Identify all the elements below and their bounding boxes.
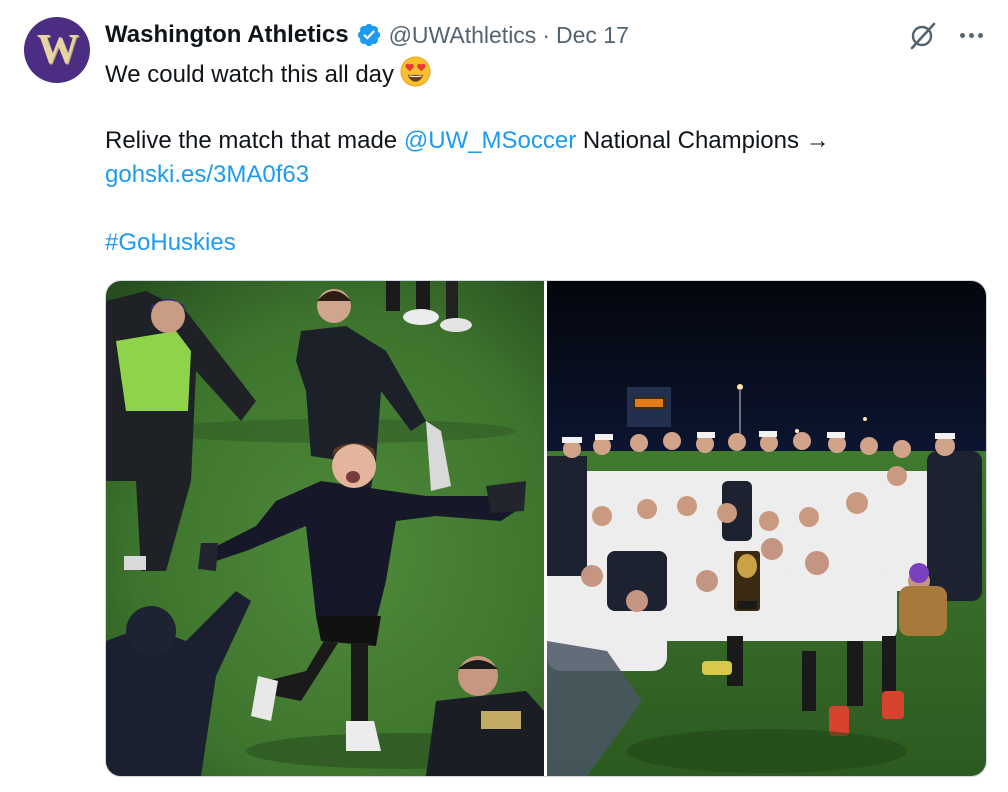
avatar-logo-letter: W <box>37 27 79 73</box>
avatar[interactable]: W <box>24 17 90 83</box>
tweet-text-line1: We could watch this all day <box>105 61 395 88</box>
tweet-body: We could watch this all day Relive the m… <box>105 56 965 260</box>
verified-badge-icon <box>357 23 380 47</box>
tweet-line-4: #GoHuskies <box>105 226 965 260</box>
team-celebration-photo[interactable] <box>547 281 986 776</box>
separator-dot: · <box>542 21 550 48</box>
tweet-date[interactable]: Dec 17 <box>556 22 629 49</box>
more-dot <box>959 32 965 38</box>
hashtag-link[interactable]: #GoHuskies <box>105 229 236 256</box>
more-options-icon[interactable] <box>956 20 986 50</box>
mention-link[interactable]: @UW_MSoccer <box>404 127 576 154</box>
media-grid <box>105 280 987 777</box>
tweet-line-1: We could watch this all day <box>105 56 965 90</box>
more-dot <box>977 32 983 38</box>
url-link[interactable]: gohski.es/3MA0f63 <box>105 161 309 188</box>
more-dot <box>968 32 974 38</box>
grok-icon[interactable] <box>905 19 939 53</box>
celebrating-player-photo[interactable] <box>106 281 544 776</box>
tweet-header: Washington Athletics @UWAthletics · Dec … <box>105 20 629 50</box>
tweet-line-3: gohski.es/3MA0f63 <box>105 158 965 192</box>
tweet-line-2: Relive the match that made @UW_MSoccer N… <box>105 124 965 158</box>
tweet-text-line2-suffix: National Champions → <box>576 127 830 154</box>
heart-eyes-emoji-icon <box>400 56 431 87</box>
display-name[interactable]: Washington Athletics <box>105 21 349 49</box>
tweet-text-line2-prefix: Relive the match that made <box>105 127 404 154</box>
handle[interactable]: @UWAthletics <box>389 22 537 49</box>
